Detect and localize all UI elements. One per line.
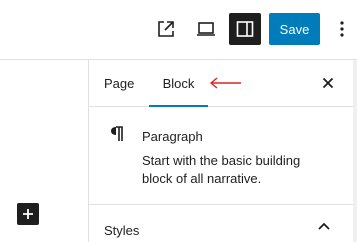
- external-link-icon[interactable]: [150, 13, 182, 45]
- chevron-up-icon: [318, 222, 330, 230]
- styles-panel-label: Styles: [104, 223, 140, 238]
- close-icon[interactable]: [317, 72, 339, 94]
- sidebar-tabs: Page Block: [89, 60, 354, 107]
- block-inserter-button[interactable]: [17, 203, 39, 225]
- red-arrow-icon: [209, 77, 241, 89]
- styles-panel-toggle[interactable]: Styles: [89, 205, 354, 242]
- block-description: Start with the basic building block of a…: [142, 153, 301, 186]
- more-vertical-icon[interactable]: [330, 13, 354, 45]
- plus-icon: [23, 209, 33, 219]
- tab-page[interactable]: Page: [104, 60, 134, 106]
- tab-block[interactable]: Block: [149, 60, 208, 107]
- tab-page-label: Page: [104, 75, 135, 91]
- block-title: Paragraph: [142, 129, 203, 144]
- paragraph-icon: [111, 126, 123, 141]
- desktop-preview-icon[interactable]: [190, 13, 222, 45]
- sidebar-settings-icon[interactable]: [229, 13, 261, 45]
- tab-block-label: Block: [162, 75, 195, 91]
- editor-canvas[interactable]: [0, 60, 88, 242]
- settings-sidebar: Page Block Paragraph Start with the basi…: [88, 60, 357, 242]
- block-card: Paragraph Start with the basic building …: [89, 107, 354, 205]
- sidebar-scrollbar[interactable]: [353, 60, 357, 242]
- editor-header: Save: [0, 0, 357, 60]
- save-button[interactable]: Save: [269, 13, 320, 45]
